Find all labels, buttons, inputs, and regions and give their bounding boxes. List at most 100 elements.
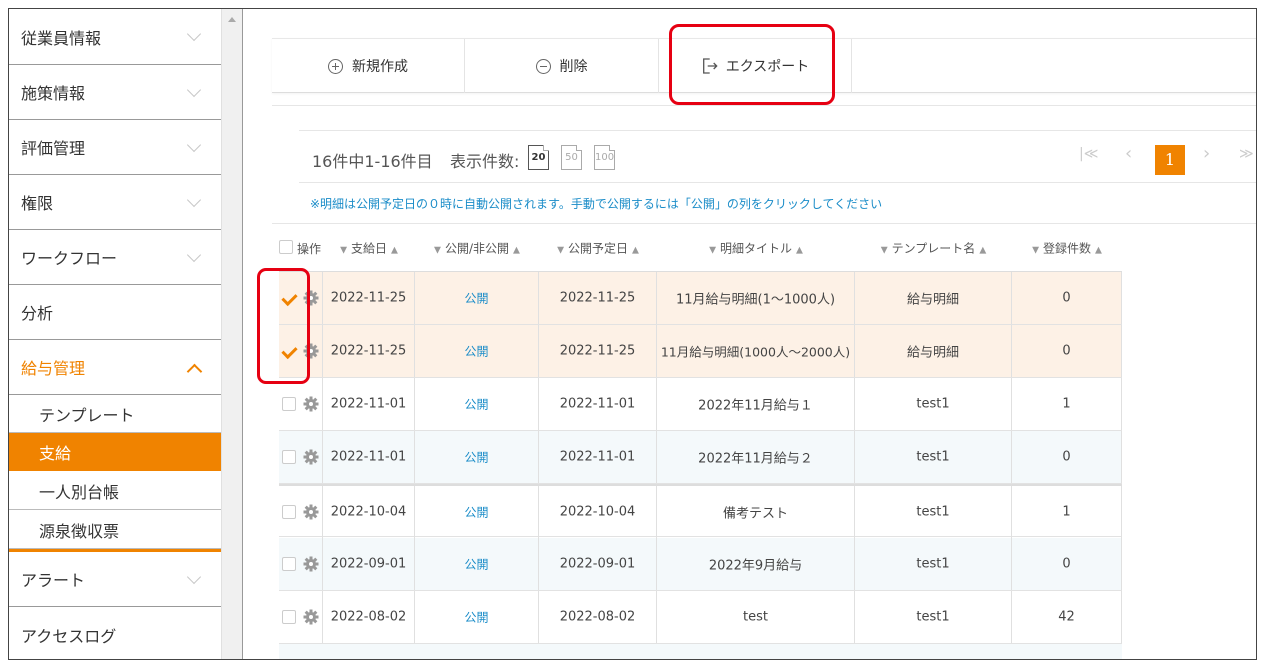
cell-publish[interactable]: 公開 [415,431,539,483]
cell-title: test [657,591,855,643]
cell-pay-date: 2022-10-04 [323,486,415,538]
chevron-down-icon [186,192,202,208]
cell-scheduled-date: 2022-11-01 [539,378,657,430]
header-count[interactable]: ▼ 登録件数 ▲ [1012,224,1122,271]
highlight-box-checkboxes [257,268,310,384]
sidebar-item-alert[interactable]: アラート [9,552,221,607]
header-title[interactable]: ▼ 明細タイトル ▲ [657,224,855,271]
cell-pay-date: 2022-11-25 [323,272,415,324]
sidebar-subitem-withholding[interactable]: 源泉徴収票 [9,511,221,549]
last-page-icon[interactable]: ≫ [1239,146,1254,162]
delete-button[interactable]: 削除 [465,39,659,93]
new-button-label: 新規作成 [352,59,408,75]
cell-publish[interactable]: 公開 [415,486,539,538]
highlight-box-export [669,24,835,105]
sidebar-subitem-payment[interactable]: 支給 [9,433,221,471]
new-button[interactable]: 新規作成 [272,39,465,93]
cell-count: 0 [1012,272,1122,324]
cell-count: 1 [1012,486,1122,538]
list-summary-bar: 16件中1-16件目 表示件数: 20 50 100 |≪ ‹ 1 › ≫ [299,130,1256,183]
first-page-icon[interactable]: |≪ [1079,146,1098,162]
cell-count: 0 [1012,325,1122,377]
cell-scheduled-date: 2022-11-25 [539,272,657,324]
header-label: テンプレート名 [891,241,976,255]
sidebar-item-permissions[interactable]: 権限 [9,175,221,230]
sidebar-subitem-template[interactable]: テンプレート [9,395,221,433]
page-size-100[interactable]: 100 [594,145,615,170]
page-size-label: 表示件数: [450,152,520,171]
cell-template: 給与明細 [855,325,1012,377]
header-template[interactable]: ▼ テンプレート名 ▲ [855,224,1012,271]
cell-template: test1 [855,378,1012,430]
sidebar-subitem-ledger[interactable]: 一人別台帳 [9,472,221,510]
cell-publish[interactable]: 公開 [415,378,539,430]
sidebar-item-employee-info[interactable]: 従業員情報 [9,9,221,65]
cell-scheduled-date: 2022-11-01 [539,431,657,483]
chevron-down-icon [186,26,202,42]
select-all-checkbox[interactable] [279,240,293,254]
plus-circle-icon [328,58,343,74]
sidebar-item-label: アクセスログ [21,626,117,646]
table-row-partial [279,644,1122,659]
sidebar-scrollbar[interactable] [221,9,243,659]
table-row[interactable]: 2022-08-02 公開 2022-08-02 test test1 42 [279,591,1122,644]
app-frame: 従業員情報 施策情報 評価管理 権限 ワークフロー 分析 給与管理 テンプレート [8,8,1257,660]
header-label: 公開/非公開 [444,241,510,255]
table-row[interactable]: 2022-11-01 公開 2022-11-01 2022年11月給与２ tes… [279,431,1122,484]
cell-scheduled-date: 2022-11-25 [539,325,657,377]
header-pay-date[interactable]: ▼ 支給日 ▲ [323,224,415,271]
sidebar-item-evaluation[interactable]: 評価管理 [9,120,221,175]
sidebar-item-workflow[interactable]: ワークフロー [9,230,221,285]
sidebar-item-label: 権限 [21,194,54,213]
cell-template: test1 [855,591,1012,643]
cell-publish[interactable]: 公開 [415,325,539,377]
page-size-50[interactable]: 50 [561,145,582,170]
cell-publish[interactable]: 公開 [415,538,539,590]
cell-pay-date: 2022-11-25 [323,325,415,377]
cell-title: 2022年9月給与 [657,538,855,590]
table-row[interactable]: 2022-10-04 公開 2022-10-04 備考テスト test1 1 [279,484,1122,538]
page-size-20[interactable]: 20 [528,145,549,170]
sidebar: 従業員情報 施策情報 評価管理 権限 ワークフロー 分析 給与管理 テンプレート [9,9,221,659]
table-row[interactable]: 2022-09-01 公開 2022-09-01 2022年9月給与 test1… [279,538,1122,591]
cell-template: 給与明細 [855,272,1012,324]
cell-pay-date: 2022-08-02 [323,591,415,643]
header-label: 公開予定日 [567,241,628,255]
header-label: 明細タイトル [719,241,792,255]
record-count: 16件中1-16件目 [312,152,433,171]
cell-title: 11月給与明細(1～1000人) [657,272,855,324]
cell-pay-date: 2022-11-01 [323,431,415,483]
chevron-down-icon [186,82,202,98]
cell-title: 11月給与明細(1000人～2000人) [657,325,855,377]
cell-scheduled-date: 2022-08-02 [539,591,657,643]
sidebar-item-analysis[interactable]: 分析 [9,285,221,340]
prev-page-icon[interactable]: ‹ [1125,143,1132,164]
sidebar-item-measures[interactable]: 施策情報 [9,65,221,120]
header-scheduled-date[interactable]: ▼ 公開予定日 ▲ [539,224,657,271]
table-row[interactable]: 2022-11-25 公開 2022-11-25 11月給与明細(1～1000人… [279,272,1122,325]
delete-button-label: 削除 [559,59,588,75]
table-row[interactable]: 2022-11-01 公開 2022-11-01 2022年11月給与１ tes… [279,378,1122,431]
header-operation: 操作 [297,242,322,256]
cell-publish[interactable]: 公開 [415,591,539,643]
table-row[interactable]: 2022-11-25 公開 2022-11-25 11月給与明細(1000人～2… [279,325,1122,378]
cell-title: 備考テスト [657,486,855,538]
cell-scheduled-date: 2022-09-01 [539,538,657,590]
sidebar-subitem-label: 支給 [39,444,72,463]
sidebar-item-access-log[interactable]: アクセスログ [9,607,221,659]
scroll-up-icon[interactable] [228,17,236,22]
header-publish[interactable]: ▼ 公開/非公開 ▲ [415,224,539,271]
sidebar-subitem-label: 源泉徴収票 [39,521,120,541]
page-number-current[interactable]: 1 [1155,145,1185,175]
next-page-icon[interactable]: › [1203,143,1210,164]
cell-publish[interactable]: 公開 [415,272,539,324]
sidebar-item-payroll[interactable]: 給与管理 [9,340,221,395]
sidebar-subitem-label: 一人別台帳 [39,482,120,502]
cell-count: 42 [1012,591,1122,643]
cell-template: test1 [855,431,1012,483]
cell-scheduled-date: 2022-10-04 [539,486,657,538]
cell-pay-date: 2022-09-01 [323,538,415,590]
sidebar-item-label: 分析 [21,304,54,323]
chevron-down-icon [186,137,202,153]
cell-template: test1 [855,538,1012,590]
